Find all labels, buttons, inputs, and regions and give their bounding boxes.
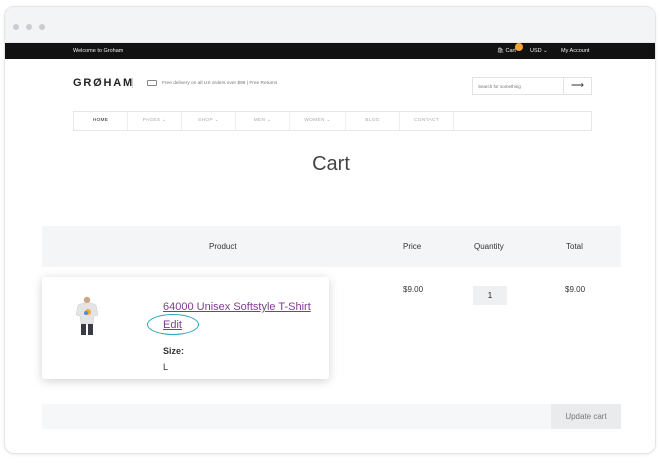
nav-item-contact[interactable]: CONTACT xyxy=(400,112,454,130)
nav-item-pages[interactable]: PAGES ⌄ xyxy=(128,112,182,130)
cart-actions-row xyxy=(42,404,621,429)
search-box xyxy=(472,77,564,95)
currency-selector[interactable]: USD ⌄ xyxy=(530,48,548,54)
quantity-input[interactable] xyxy=(473,286,507,305)
window-dot-maximize[interactable] xyxy=(39,24,45,30)
currency-label: USD xyxy=(530,48,542,54)
column-header-product: Product xyxy=(209,242,237,251)
nav-item-women[interactable]: WOMEN ⌄ xyxy=(290,112,346,130)
top-bar: Welcome to Groham 🛍︎ Cart USD ⌄ My Accou… xyxy=(5,43,655,59)
search-input[interactable] xyxy=(478,81,558,92)
browser-window: Welcome to Groham 🛍︎ Cart USD ⌄ My Accou… xyxy=(4,6,656,454)
window-dot-close[interactable] xyxy=(13,24,19,30)
product-cell-card: 64000 Unisex Softstyle T-Shirt Edit Size… xyxy=(42,277,329,379)
header-divider xyxy=(132,78,133,88)
item-total: $9.00 xyxy=(565,285,586,294)
nav-item-blog[interactable]: BLOG xyxy=(346,112,400,130)
window-dot-minimize[interactable] xyxy=(26,24,32,30)
my-account-link[interactable]: My Account xyxy=(561,48,589,54)
search-submit-button[interactable]: ⟶ xyxy=(564,77,592,95)
column-header-price: Price xyxy=(403,242,422,251)
chevron-down-icon: ⌄ xyxy=(543,48,548,54)
delivery-truck-icon xyxy=(147,80,157,86)
size-label: Size: xyxy=(163,346,185,356)
cart-count-badge xyxy=(515,43,523,51)
nav-item-shop[interactable]: SHOP ⌄ xyxy=(182,112,236,130)
window-titlebar xyxy=(5,7,655,43)
cart-link[interactable]: 🛍︎ Cart xyxy=(497,48,516,54)
column-header-quantity: Quantity xyxy=(474,242,504,251)
cart-table-header: Product Price Quantity Total xyxy=(42,226,621,267)
edit-highlight-ring xyxy=(147,314,199,335)
tshirt-product-image[interactable] xyxy=(73,296,101,336)
site-logo[interactable]: GRØHAM xyxy=(73,77,134,89)
welcome-text: Welcome to Groham xyxy=(73,48,124,54)
bag-icon: 🛍︎ xyxy=(497,48,504,54)
cart-label: Cart xyxy=(505,48,516,54)
update-cart-button[interactable]: Update cart xyxy=(551,404,621,429)
main-nav: HOME PAGES ⌄ SHOP ⌄ MEN ⌄ WOMEN ⌄ BLOG C… xyxy=(73,111,592,131)
promo-text: Free delivery on all US orders over $99 … xyxy=(162,81,278,86)
page-title: Cart xyxy=(312,153,350,175)
nav-item-home[interactable]: HOME xyxy=(74,112,128,130)
product-name-link[interactable]: 64000 Unisex Softstyle T-Shirt xyxy=(163,301,311,313)
size-value: L xyxy=(163,362,169,372)
nav-item-men[interactable]: MEN ⌄ xyxy=(236,112,290,130)
column-header-total: Total xyxy=(566,242,583,251)
item-price: $9.00 xyxy=(403,285,424,294)
